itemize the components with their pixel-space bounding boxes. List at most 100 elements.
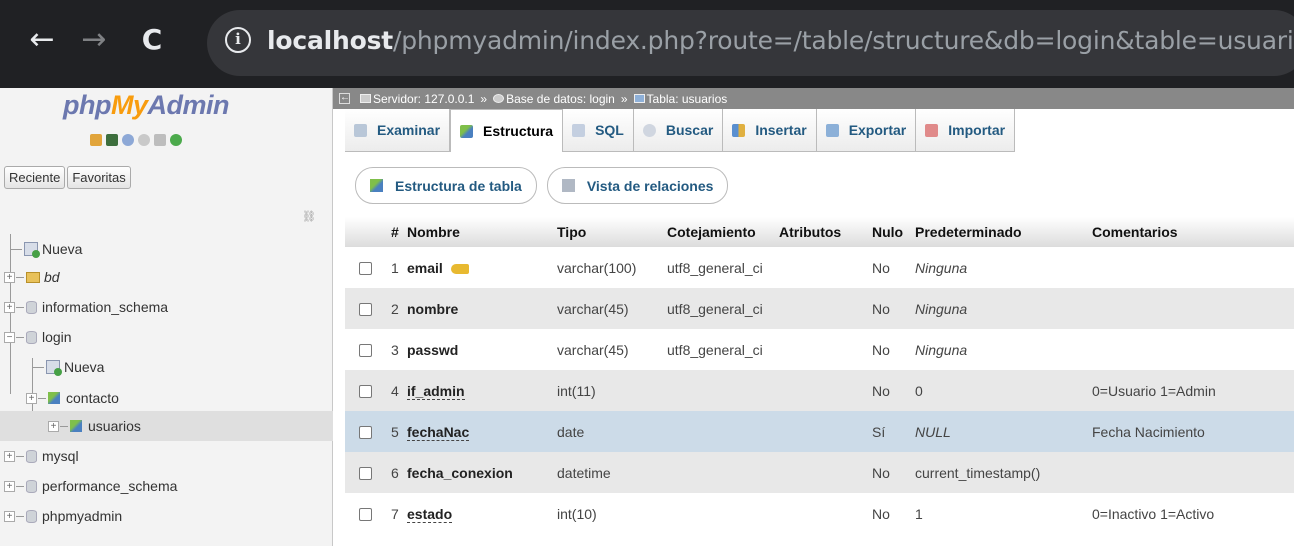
navigation-settings-icon[interactable] <box>154 134 166 146</box>
sql-query-icon[interactable] <box>122 134 134 146</box>
field-attributes <box>775 452 868 493</box>
row-checkbox-cell <box>345 247 385 288</box>
tab-label: Estructura <box>483 123 554 139</box>
tree-item-bd[interactable]: + bd <box>4 262 60 292</box>
field-name-cell: fechaNac <box>403 411 553 452</box>
expand-icon[interactable]: + <box>4 301 15 313</box>
home-icon[interactable] <box>90 134 102 146</box>
insert-icon <box>732 123 746 137</box>
info-icon[interactable]: i <box>225 27 251 53</box>
tab-buscar[interactable]: Buscar <box>633 109 724 152</box>
tree-item-new-table[interactable]: Nueva <box>32 352 104 382</box>
collapse-icon[interactable]: − <box>4 331 15 343</box>
subtab-table-structure[interactable]: Estructura de tabla <box>355 167 537 204</box>
database-icon <box>26 479 37 493</box>
tree-item-contacto[interactable]: + contacto <box>26 383 119 413</box>
field-type: varchar(45) <box>553 329 663 370</box>
row-checkbox[interactable] <box>359 426 372 440</box>
tree-item-new-database[interactable]: Nueva <box>10 234 82 264</box>
field-null: Sí <box>868 411 911 452</box>
subtab-relation-view[interactable]: Vista de relaciones <box>546 167 729 204</box>
field-comment: 0=Inactivo 1=Activo <box>1088 493 1294 534</box>
table-row[interactable]: 6 fecha_conexion datetime No current_tim… <box>345 452 1294 493</box>
row-checkbox[interactable] <box>359 508 372 522</box>
structure-icon <box>370 179 383 192</box>
reload-navigation-icon[interactable] <box>170 134 182 146</box>
address-bar[interactable]: i localhost/phpmyadmin/index.php?route=/… <box>207 10 1294 76</box>
tab-examinar[interactable]: Examinar <box>345 109 451 152</box>
tree-item-usuarios[interactable]: + usuarios <box>0 411 333 441</box>
field-default: 0 <box>911 370 1088 411</box>
field-attributes <box>775 370 868 411</box>
tab-exportar[interactable]: Exportar <box>816 109 917 152</box>
main-tabs: Examinar Estructura SQL Buscar Insertar … <box>345 109 1016 152</box>
favorites-tab[interactable]: Favoritas <box>67 166 131 189</box>
field-comment <box>1088 247 1294 288</box>
navigation-panel: phpMyAdmin Reciente Favoritas ⛓ Nueva + b… <box>0 88 333 546</box>
expand-icon[interactable]: + <box>4 450 15 462</box>
expand-icon[interactable]: + <box>48 420 59 432</box>
table-row[interactable]: 4 if_admin int(11) No 0 0=Usuario 1=Admi… <box>345 370 1294 411</box>
tree-item-mysql[interactable]: + mysql <box>4 441 79 471</box>
row-checkbox[interactable] <box>359 262 372 276</box>
table-icon <box>48 392 60 404</box>
field-name: estado <box>407 505 453 523</box>
url-text[interactable]: localhost/phpmyadmin/index.php?route=/ta… <box>267 26 1294 55</box>
field-name-cell: nombre <box>403 288 553 329</box>
docs-icon[interactable] <box>138 134 150 146</box>
tab-insertar[interactable]: Insertar <box>723 109 817 152</box>
header-name[interactable]: Nombre <box>403 217 553 247</box>
table-row[interactable]: 3 passwd varchar(45) utf8_general_ci No … <box>345 329 1294 370</box>
row-checkbox[interactable] <box>359 385 372 399</box>
field-collation <box>663 493 775 534</box>
browser-toolbar: ← → C i localhost/phpmyadmin/index.php?r… <box>0 0 1294 88</box>
expand-icon[interactable]: + <box>4 480 15 492</box>
collapse-panel-icon[interactable]: ← <box>339 93 350 104</box>
row-checkbox[interactable] <box>359 467 372 481</box>
row-checkbox[interactable] <box>359 303 372 317</box>
expand-icon[interactable]: + <box>26 392 37 404</box>
tab-estructura[interactable]: Estructura <box>450 109 564 152</box>
tree-item-performance-schema[interactable]: + performance_schema <box>4 471 177 501</box>
tab-sql[interactable]: SQL <box>563 109 634 152</box>
field-null: No <box>868 288 911 329</box>
reload-icon[interactable]: C <box>132 20 172 60</box>
field-name-cell: estado <box>403 493 553 534</box>
field-collation <box>663 370 775 411</box>
tab-label: Buscar <box>665 122 714 138</box>
table-header-row: # Nombre Tipo Cotejamiento Atributos Nul… <box>345 217 1294 247</box>
table-icon <box>633 94 645 103</box>
expand-icon[interactable]: + <box>4 510 15 522</box>
field-comment <box>1088 452 1294 493</box>
table-row[interactable]: 7 estado int(10) No 1 0=Inactivo 1=Activ… <box>345 493 1294 534</box>
breadcrumb-database[interactable]: Base de datos: login <box>506 92 615 106</box>
tree-item-label: contacto <box>66 390 119 406</box>
tree-item-phpmyadmin[interactable]: + phpmyadmin <box>4 501 122 531</box>
breadcrumb-table[interactable]: Tabla: usuarios <box>647 92 728 106</box>
field-name: passwd <box>407 341 459 358</box>
field-name: if_admin <box>407 382 465 400</box>
field-default: Ninguna <box>911 247 1088 288</box>
table-row[interactable]: 5 fechaNac date Sí NULL Fecha Nacimiento <box>345 411 1294 452</box>
forward-arrow-icon[interactable]: → <box>74 20 114 60</box>
link-chain-icon[interactable]: ⛓ <box>302 210 316 223</box>
table-row[interactable]: 2 nombre varchar(45) utf8_general_ci No … <box>345 288 1294 329</box>
row-checkbox-cell <box>345 329 385 370</box>
breadcrumb-server[interactable]: Servidor: 127.0.0.1 <box>373 92 474 106</box>
back-arrow-icon[interactable]: ← <box>22 20 62 60</box>
logout-icon[interactable] <box>106 134 118 146</box>
logo-admin: Admin <box>147 90 230 120</box>
table-row[interactable]: 1 email varchar(100) utf8_general_ci No … <box>345 247 1294 288</box>
field-null: No <box>868 329 911 370</box>
phpmyadmin-logo[interactable]: phpMyAdmin <box>63 90 229 121</box>
field-type: varchar(45) <box>553 288 663 329</box>
new-table-icon <box>46 360 62 376</box>
row-checkbox[interactable] <box>359 344 372 358</box>
tree-item-label: information_schema <box>42 299 169 315</box>
tree-item-information-schema[interactable]: + information_schema <box>4 292 168 322</box>
expand-icon[interactable]: + <box>4 271 15 283</box>
recent-tab[interactable]: Reciente <box>4 166 66 189</box>
tree-item-login[interactable]: − login <box>4 322 72 352</box>
field-attributes <box>775 493 868 534</box>
tab-importar[interactable]: Importar <box>916 109 1016 152</box>
